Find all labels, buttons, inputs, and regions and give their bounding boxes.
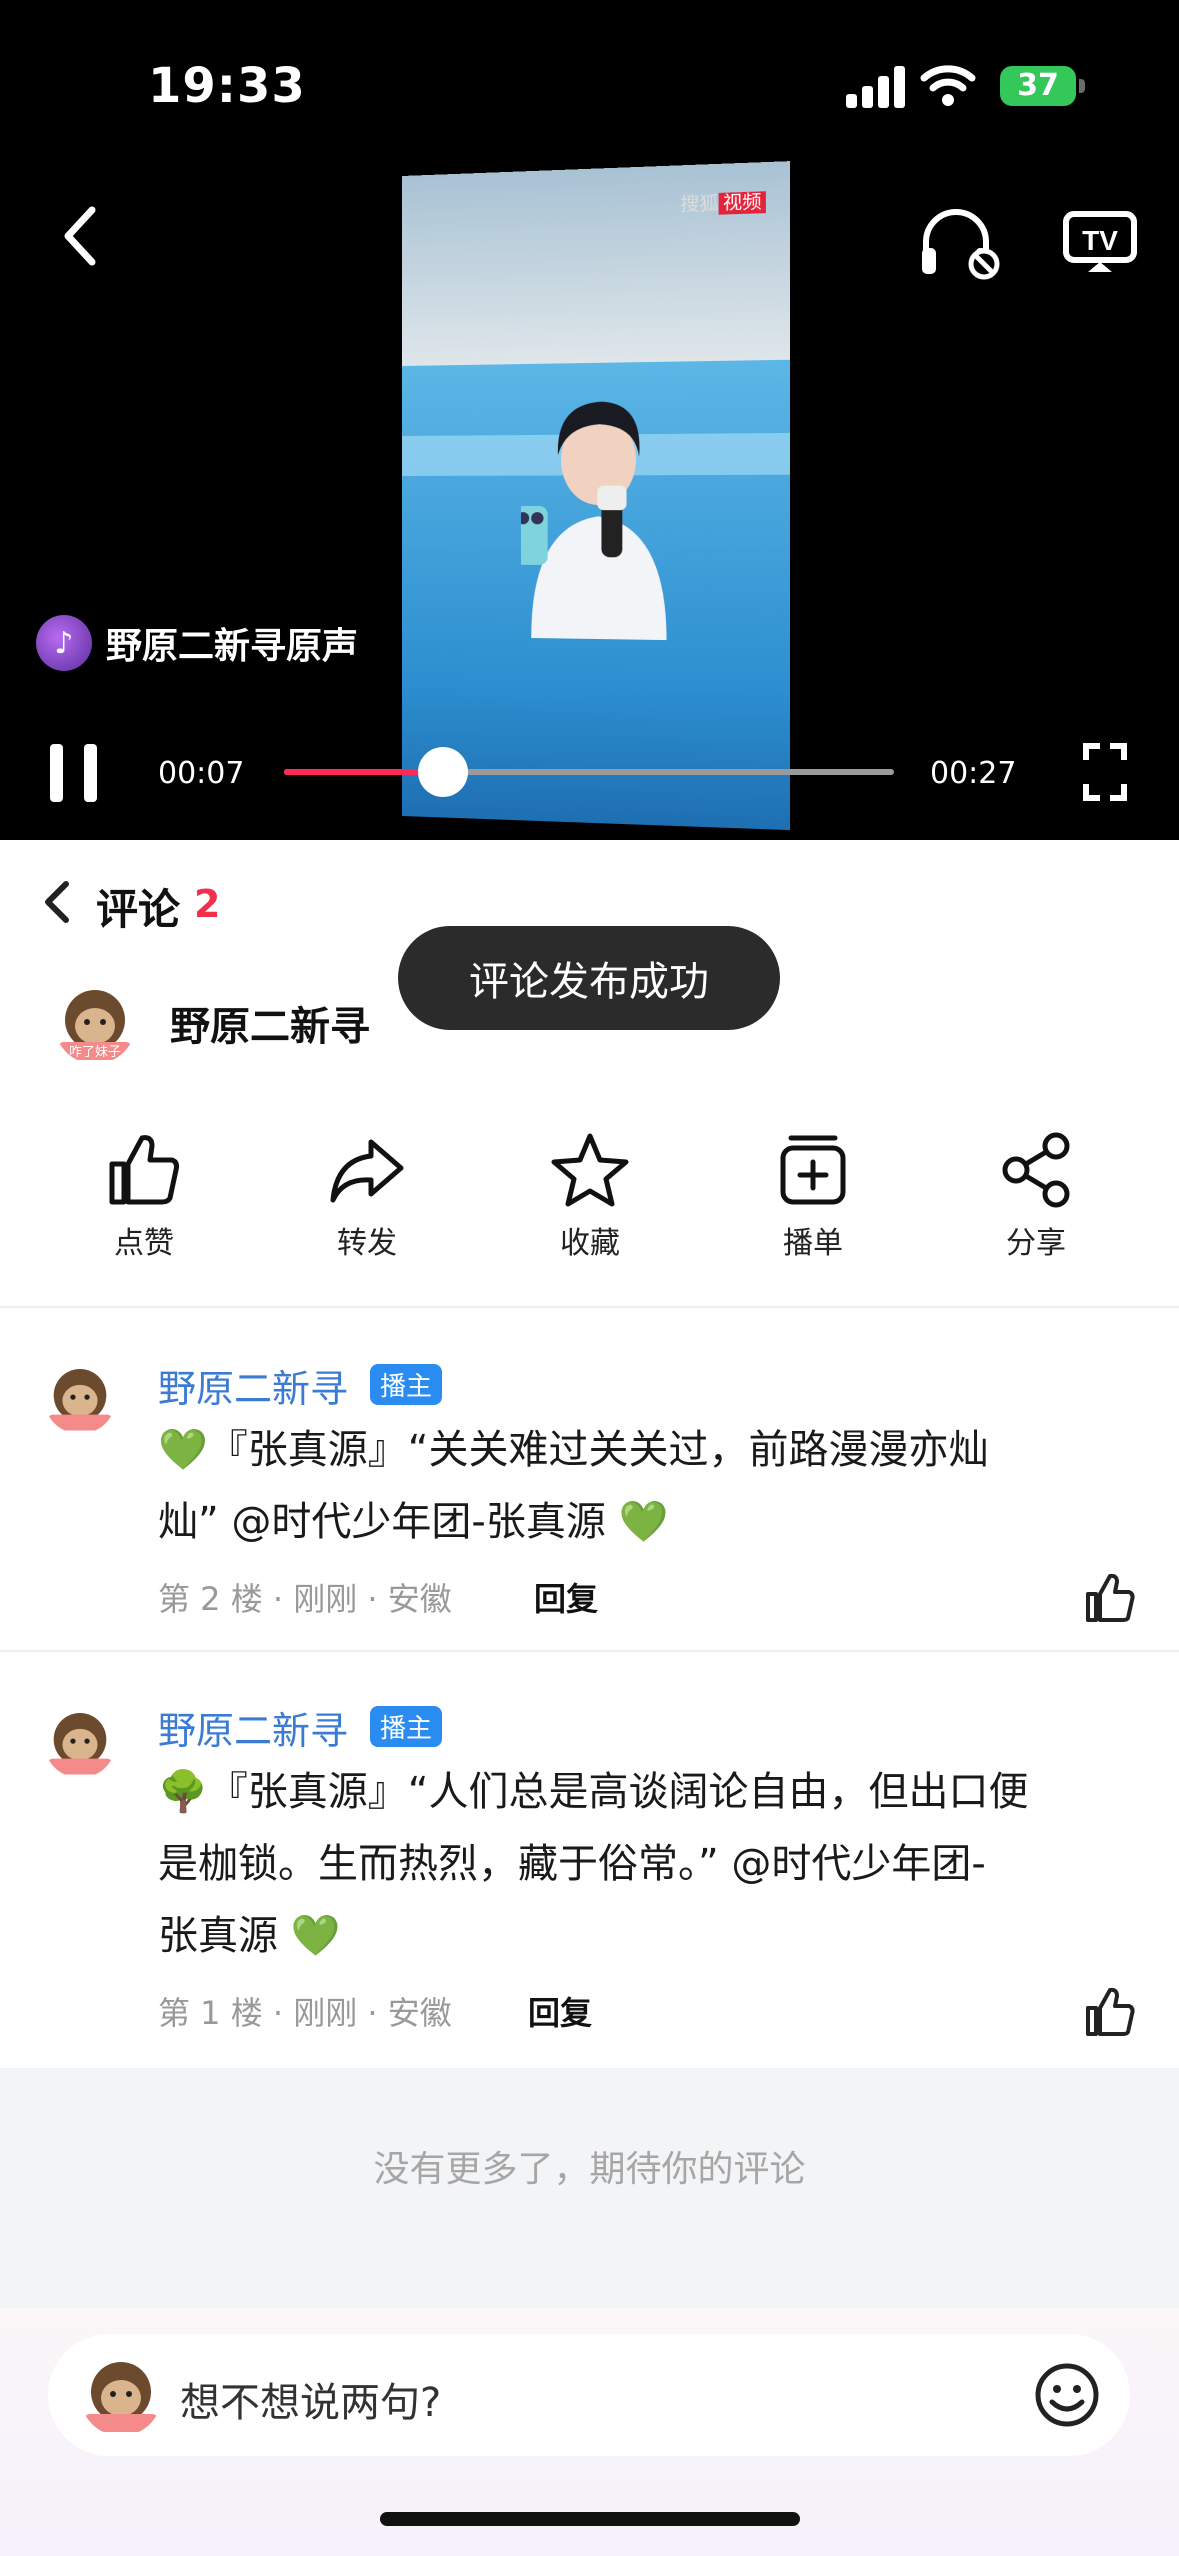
home-indicator: [380, 2512, 800, 2526]
total-time: 00:27: [930, 756, 1017, 791]
video-watermark: 搜狐 视频: [680, 187, 766, 217]
comment-line: 是枷锁。生而热烈，藏于俗常。” @时代少年团-: [158, 1841, 986, 1887]
wifi-icon: [920, 65, 976, 106]
playlist-button[interactable]: 播单: [701, 1130, 925, 1262]
star-icon: [551, 1133, 629, 1207]
author-info[interactable]: 咋了妹子 野原二新寻: [54, 982, 370, 1064]
comment-line: 🌳『张真源』“人们总是高谈阔论自由，但出口便: [158, 1769, 1029, 1815]
comment-avatar[interactable]: [44, 1706, 116, 1778]
input-placeholder[interactable]: 想不想说两句?: [180, 2370, 441, 2428]
comment-line: 灿” @时代少年团-张真源 💚: [158, 1499, 669, 1545]
forward-icon: [330, 1139, 404, 1203]
favorite-label: 收藏: [560, 1226, 620, 1261]
comment-author[interactable]: 野原二新寻: [158, 1358, 348, 1413]
tv-cast-icon[interactable]: TV: [1062, 206, 1138, 278]
host-badge: 播主: [370, 1706, 443, 1747]
fullscreen-icon[interactable]: [1082, 742, 1128, 802]
forward-label: 转发: [337, 1226, 397, 1261]
svg-text:咋了妹子: 咋了妹子: [69, 1045, 121, 1060]
thumb-up-icon: [109, 1135, 179, 1205]
author-name[interactable]: 野原二新寻: [170, 994, 370, 1052]
music-label: 野原二新寻原声: [106, 626, 359, 667]
no-more-text: 没有更多了，期待你的评论: [373, 2149, 806, 2190]
comment-meta: 第 2 楼 · 刚刚 · 安徽: [158, 1580, 452, 1618]
comment-author[interactable]: 野原二新寻: [158, 1700, 348, 1755]
svg-text:TV: TV: [1082, 225, 1118, 256]
music-source-tag[interactable]: ♪ 野原二新寻原声: [36, 615, 358, 671]
share-label: 分享: [1006, 1226, 1066, 1261]
music-note-icon: ♪: [36, 615, 92, 671]
battery-indicator: 37: [1000, 66, 1085, 106]
comment-meta: 第 1 楼 · 刚刚 · 安徽: [158, 1994, 452, 2032]
reply-button[interactable]: 回复: [534, 1574, 598, 1620]
comment-item: 野原二新寻 播主 💚『张真源』“关关难过关关过，前路漫漫亦灿 灿” @时代少年团…: [0, 1306, 1179, 1650]
comment-line: 💚『张真源』“关关难过关关过，前路漫漫亦灿: [158, 1427, 989, 1473]
comment-item: 野原二新寻 播主 🌳『张真源』“人们总是高谈阔论自由，但出口便 是枷锁。生而热烈…: [0, 1650, 1179, 2068]
favorite-button[interactable]: 收藏: [478, 1130, 702, 1262]
video-player[interactable]: 19:33 37 TV 搜狐 视频 ♪ 野原二新寻原声 00:07 00:27: [0, 0, 1179, 840]
emoji-icon[interactable]: [1034, 2362, 1100, 2428]
forward-button[interactable]: 转发: [255, 1130, 479, 1262]
comment-text: 🌳『张真源』“人们总是高谈阔论自由，但出口便 是枷锁。生而热烈，藏于俗常。” @…: [158, 1756, 1118, 1972]
video-frame[interactable]: 搜狐 视频: [402, 161, 790, 847]
progress-slider[interactable]: [284, 747, 894, 797]
user-avatar: [80, 2354, 162, 2436]
like-label: 点赞: [114, 1226, 174, 1261]
panel-back-icon[interactable]: [38, 876, 78, 928]
share-icon: [1002, 1132, 1070, 1208]
audio-mode-icon[interactable]: [918, 204, 1002, 280]
progress-knob[interactable]: [417, 747, 468, 797]
back-icon[interactable]: [52, 196, 112, 276]
status-time: 19:33: [148, 58, 306, 114]
comment-text: 💚『张真源』“关关难过关关过，前路漫漫亦灿 灿” @时代少年团-张真源 💚: [158, 1414, 1118, 1558]
share-button[interactable]: 分享: [924, 1130, 1148, 1262]
comment-like-icon[interactable]: [1084, 1572, 1136, 1624]
panel-title: 评论: [96, 885, 181, 934]
action-bar: 点赞 转发 收藏 播单 分享: [0, 1130, 1179, 1262]
playlist-label: 播单: [783, 1226, 843, 1261]
like-button[interactable]: 点赞: [32, 1130, 256, 1262]
no-more-section: 没有更多了，期待你的评论: [0, 2068, 1179, 2308]
comment-input-bar: 想不想说两句?: [0, 2308, 1179, 2556]
host-badge: 播主: [370, 1364, 443, 1405]
pause-button[interactable]: [50, 744, 98, 802]
current-time: 00:07: [158, 756, 245, 791]
comment-input[interactable]: 想不想说两句?: [48, 2334, 1130, 2456]
cellular-signal-icon: [846, 64, 906, 108]
toast-message: 评论发布成功: [398, 926, 780, 1030]
playlist-add-icon: [780, 1135, 846, 1205]
comment-count: 2: [194, 882, 221, 926]
video-person-image: [520, 401, 667, 641]
comment-like-icon[interactable]: [1084, 1986, 1136, 2038]
comment-avatar[interactable]: [44, 1362, 116, 1434]
author-avatar[interactable]: 咋了妹子: [54, 982, 136, 1064]
comment-line: 张真源 💚: [158, 1913, 341, 1959]
reply-button[interactable]: 回复: [528, 1988, 592, 2034]
